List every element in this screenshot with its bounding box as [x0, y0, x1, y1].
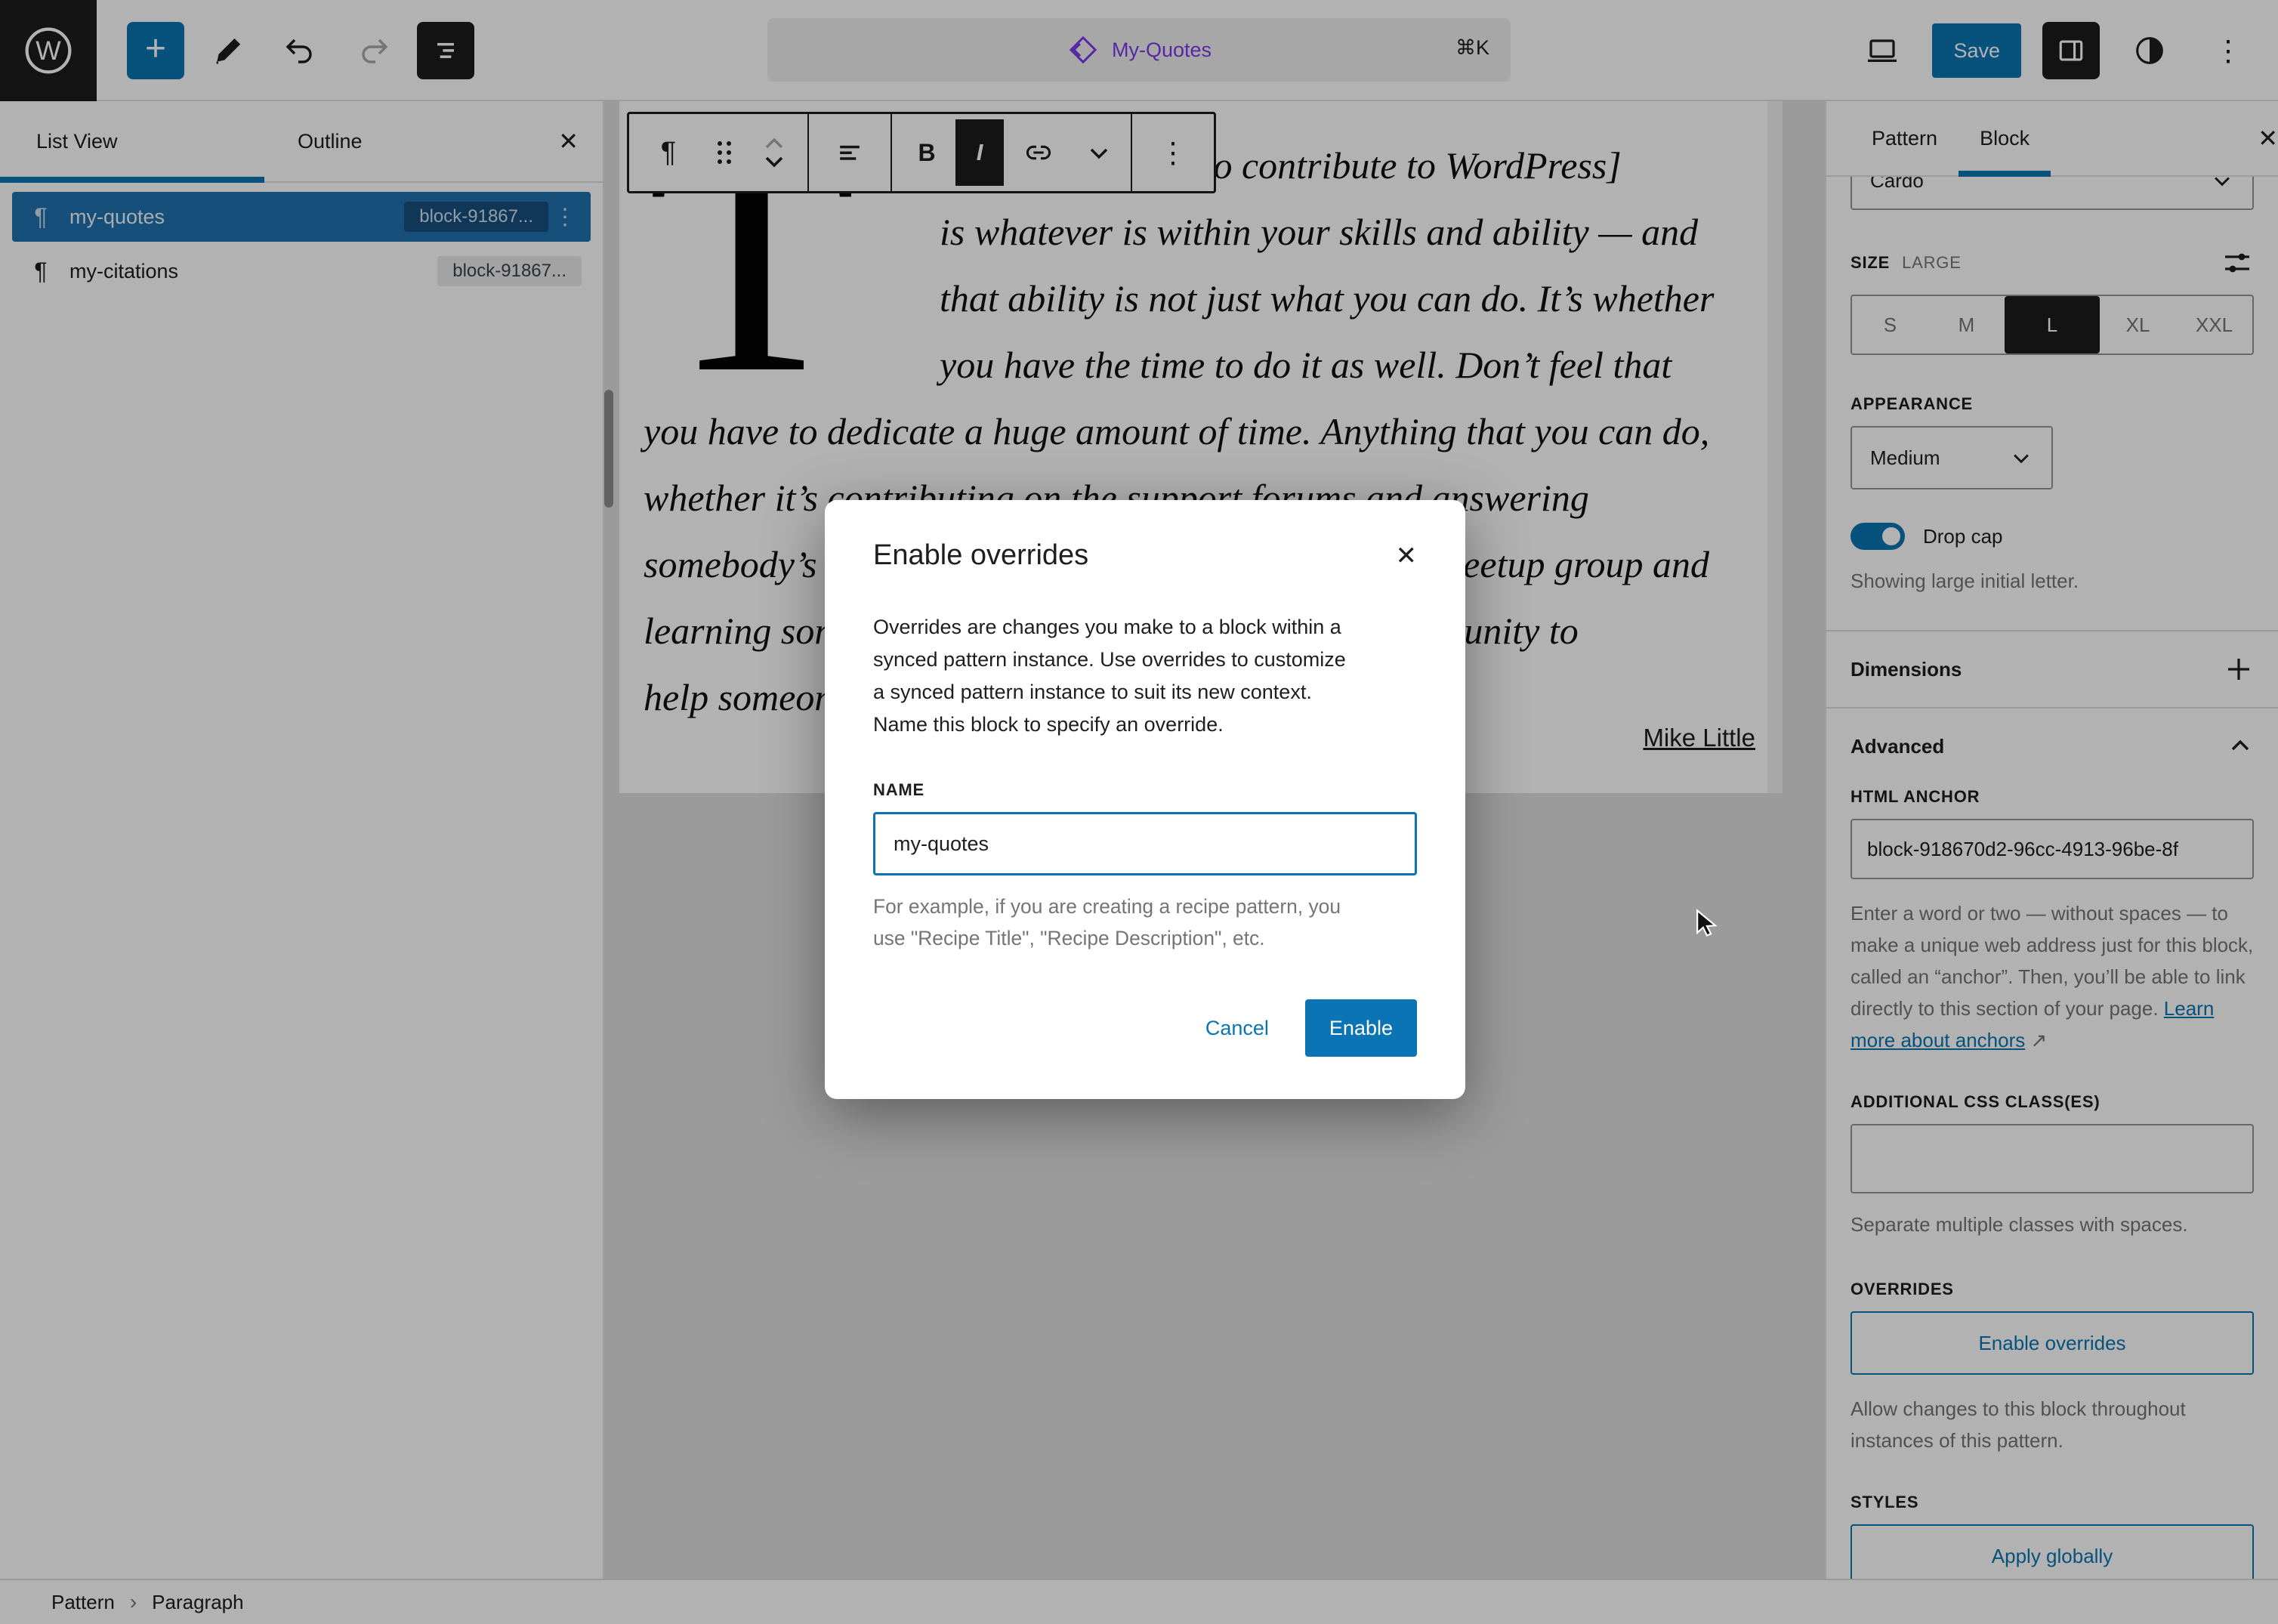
cancel-button[interactable]: Cancel — [1184, 999, 1290, 1057]
dialog-title: Enable overrides — [873, 539, 1089, 571]
enable-button[interactable]: Enable — [1304, 999, 1417, 1057]
dialog-header: Enable overrides ✕ — [873, 539, 1417, 572]
wordpress-pattern-editor: W + My-Quotes ⌘K Save ⋮ List View Outlin… — [0, 0, 2278, 1624]
arrow-cursor-icon — [1696, 909, 1718, 937]
dialog-description: Overrides are changes you make to a bloc… — [873, 616, 1346, 736]
override-name-input[interactable] — [873, 812, 1417, 875]
name-label: NAME — [873, 780, 924, 799]
mouse-cursor — [1690, 906, 1724, 940]
name-helper-text: For example, if you are creating a recip… — [873, 895, 1341, 949]
close-dialog-icon[interactable]: ✕ — [1396, 541, 1418, 571]
dialog-actions: Cancel Enable — [873, 999, 1417, 1057]
enable-overrides-dialog: Enable overrides ✕ Overrides are changes… — [825, 500, 1465, 1099]
